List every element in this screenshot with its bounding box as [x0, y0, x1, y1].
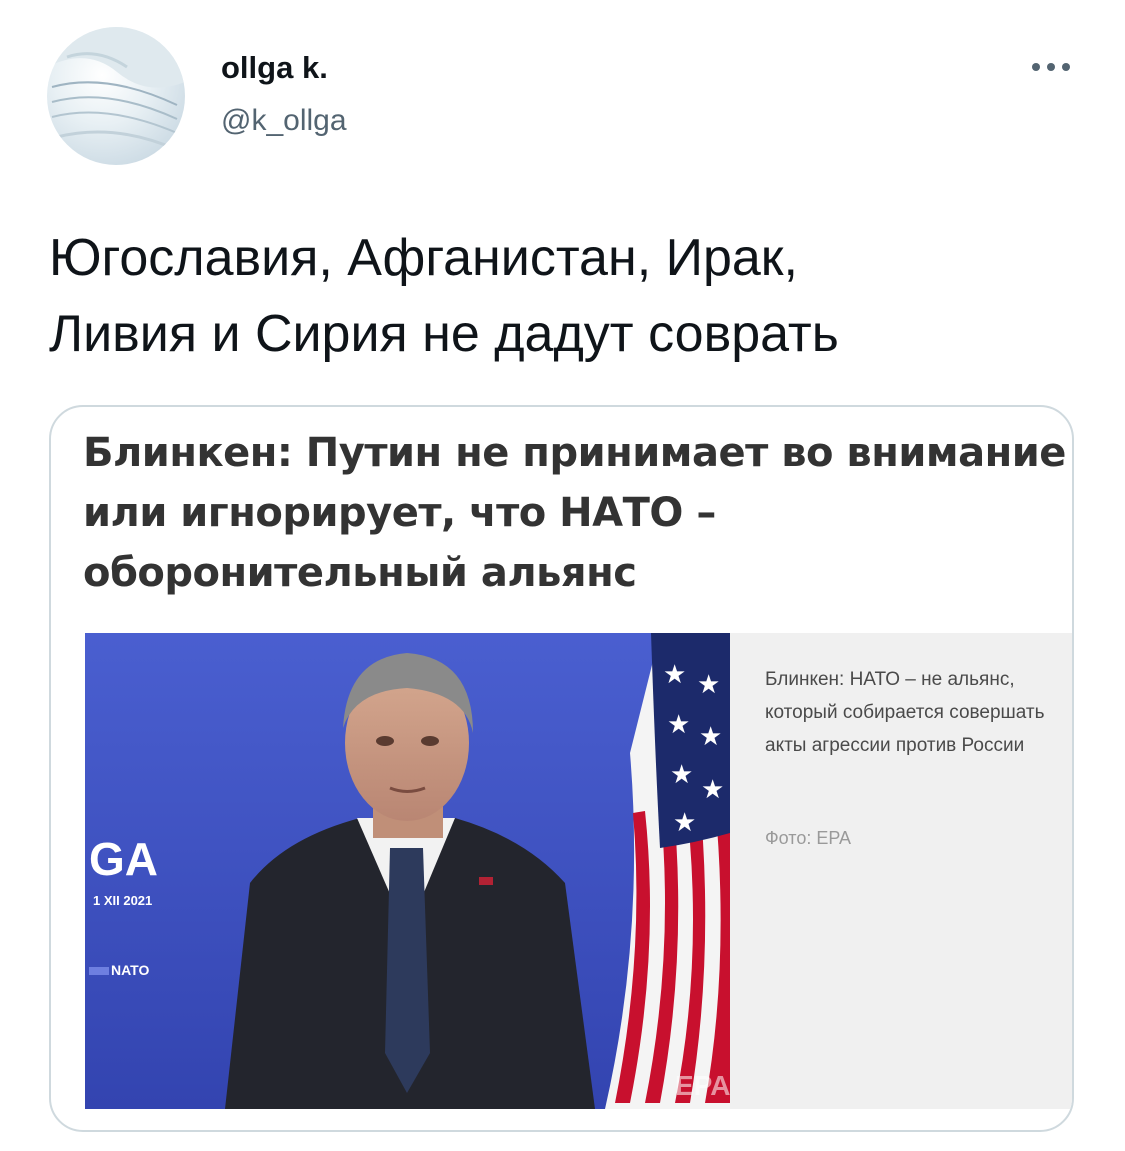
news-photo: GA 1 XII 2021 NATO ★ ★ ★ ★ ★ ★ ★ EPA: [85, 633, 730, 1109]
photo-credit: Фото: EPA: [765, 828, 852, 848]
svg-text:★: ★: [663, 659, 686, 689]
backdrop-text: GA: [89, 833, 158, 885]
backdrop-nato: NATO: [111, 962, 149, 978]
avatar[interactable]: [47, 27, 185, 165]
tweet-text: Югославия, Афганистан, Ирак, Ливия и Сир…: [49, 229, 839, 363]
backdrop-date: 1 XII 2021: [93, 893, 152, 908]
svg-text:★: ★: [697, 669, 720, 699]
author-display-name[interactable]: ollga k.: [221, 50, 328, 86]
caption-panel: Блинкен: НАТО – не альянс, который собир…: [730, 633, 1072, 1109]
card-headline: Блинкен: Путин не принимает во внимание …: [83, 430, 1066, 596]
photo-watermark: EPA: [675, 1070, 730, 1101]
svg-text:★: ★: [673, 807, 696, 837]
svg-text:★: ★: [699, 721, 722, 751]
svg-text:★: ★: [667, 709, 690, 739]
author-handle[interactable]: @k_ollga: [221, 104, 347, 138]
link-card[interactable]: Блинкен: Путин не принимает во внимание …: [49, 405, 1074, 1132]
more-horizontal-icon[interactable]: [1028, 52, 1074, 82]
svg-text:★: ★: [670, 759, 693, 789]
photo-caption: Блинкен: НАТО – не альянс, который собир…: [765, 669, 1045, 756]
svg-text:★: ★: [701, 774, 724, 804]
